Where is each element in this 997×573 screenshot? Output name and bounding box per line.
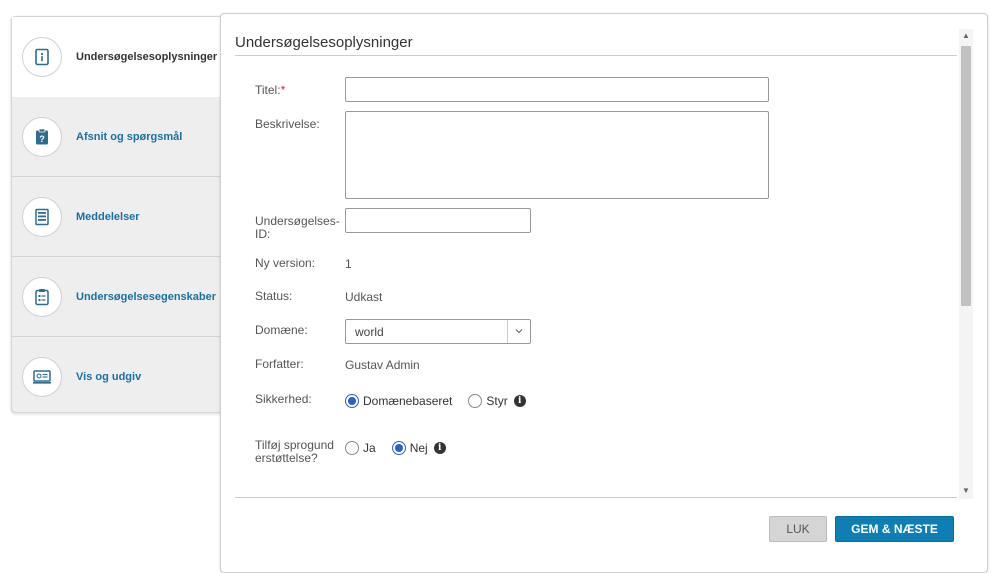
info-icon[interactable]: i — [433, 442, 446, 454]
language-support-label: Tilføj sprogunderstøttelse? — [255, 438, 334, 465]
security-label: Sikkerhed: — [255, 392, 312, 406]
divider — [235, 497, 957, 498]
sidebar-item-sections-questions[interactable]: ? Afsnit og spørgsmål — [12, 97, 225, 177]
title-input[interactable] — [345, 77, 769, 102]
sidebar-item-label: Meddelelser — [76, 210, 140, 223]
security-control-label: Styr — [486, 394, 508, 408]
sidebar-item-label: Vis og udgiv — [76, 371, 142, 383]
divider — [235, 55, 957, 56]
title-label: Titel:* — [255, 83, 286, 97]
description-label: Beskrivelse: — [255, 117, 320, 131]
scrollbar[interactable]: ▲ ▼ — [959, 29, 973, 499]
status-value: Udkast — [345, 290, 383, 304]
sidebar-item-label: Undersøgelsesoplysninger — [76, 51, 218, 63]
domain-select-value: world — [355, 325, 384, 339]
properties-document-icon — [22, 276, 62, 317]
language-no-label: Nej — [409, 441, 428, 455]
security-domain-radio[interactable] — [345, 394, 359, 408]
close-button[interactable]: LUK — [769, 516, 827, 542]
svg-text:?: ? — [39, 134, 45, 144]
chevron-down-icon — [514, 324, 524, 338]
select-divider — [507, 320, 508, 343]
survey-id-label: Undersøgelses-ID: — [255, 214, 340, 241]
survey-id-input[interactable] — [345, 208, 531, 233]
scroll-up-arrow-icon[interactable]: ▲ — [962, 32, 970, 40]
message-list-icon — [22, 196, 62, 237]
new-version-value: 1 — [345, 257, 352, 271]
new-version-label: Ny version: — [255, 256, 316, 270]
question-clipboard-icon: ? — [22, 116, 62, 157]
description-textarea[interactable] — [345, 111, 769, 199]
language-radio-group: Ja Nej i — [345, 441, 446, 455]
sidebar-item-label: Afsnit og spørgsmål — [76, 130, 183, 143]
info-document-icon — [22, 37, 62, 77]
author-label: Forfatter: — [255, 357, 304, 371]
survey-steps-sidebar: Undersøgelsesoplysninger ? Afsnit og spø… — [11, 16, 225, 413]
security-domain-label: Domænebaseret — [363, 394, 453, 408]
scroll-down-arrow-icon[interactable]: ▼ — [962, 487, 970, 495]
security-control-radio[interactable] — [468, 394, 483, 408]
sidebar-item-label: Undersøgelsesegenskaber — [76, 290, 217, 303]
author-value: Gustav Admin — [345, 358, 420, 372]
domain-select[interactable]: world — [345, 319, 531, 344]
domain-label: Domæne: — [255, 323, 308, 337]
monitor-preview-icon — [22, 357, 62, 397]
scrollbar-thumb[interactable] — [961, 46, 971, 306]
sidebar-item-messages[interactable]: Meddelelser — [12, 177, 225, 257]
info-icon[interactable]: i — [513, 395, 526, 407]
required-marker: * — [280, 83, 286, 97]
page-title: Undersøgelsesoplysninger — [235, 34, 413, 51]
save-next-button[interactable]: GEM & NÆSTE — [835, 516, 954, 542]
survey-info-panel: Undersøgelsesoplysninger Titel:* Beskriv… — [220, 13, 988, 573]
sidebar-item-survey-properties[interactable]: Undersøgelsesegenskaber — [12, 257, 225, 337]
language-yes-radio[interactable] — [345, 441, 359, 455]
language-yes-label: Ja — [363, 441, 376, 455]
sidebar-item-survey-info[interactable]: Undersøgelsesoplysninger — [12, 17, 225, 97]
language-no-radio[interactable] — [391, 441, 406, 455]
security-radio-group: Domænebaseret Styr i — [345, 394, 526, 408]
sidebar-item-preview-publish[interactable]: Vis og udgiv — [12, 337, 225, 417]
status-label: Status: — [255, 289, 293, 303]
